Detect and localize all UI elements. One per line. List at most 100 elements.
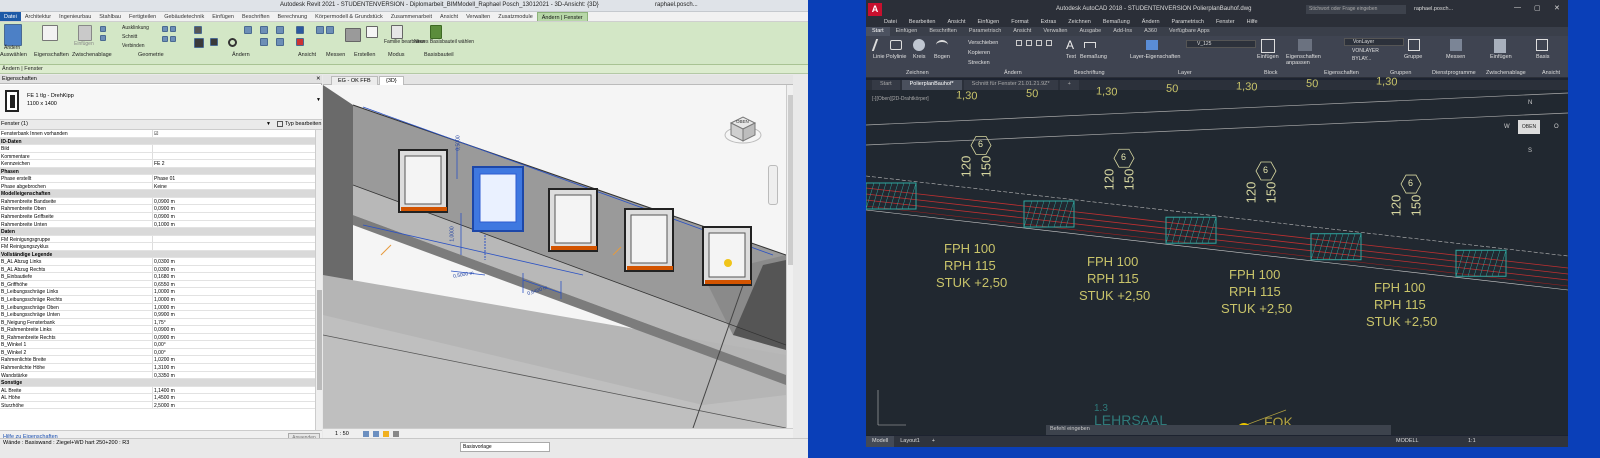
property-row[interactable]: Sturzhöhe 2,5000 m bbox=[0, 401, 315, 410]
property-value[interactable]: 0,1680 m bbox=[154, 274, 175, 280]
tool-dim[interactable]: Bemaßung bbox=[1080, 54, 1107, 60]
property-value[interactable]: ☑ bbox=[154, 131, 158, 137]
line-icon[interactable] bbox=[871, 39, 887, 51]
acad-group-beschriftung[interactable]: Beschriftung bbox=[1074, 70, 1105, 76]
tool-line[interactable]: Linie bbox=[873, 54, 885, 60]
tool-text[interactable]: Text bbox=[1066, 54, 1076, 60]
property-group-header[interactable]: Daten bbox=[0, 228, 315, 236]
mirror-icon[interactable] bbox=[260, 26, 268, 34]
close-window-icon[interactable]: ✕ bbox=[1554, 4, 1560, 12]
property-row[interactable]: B_Leibungsschräge Links 1,0000 m bbox=[0, 288, 315, 297]
instance-filter[interactable]: Fenster (1) ▼ Typ bearbeiten bbox=[0, 120, 322, 130]
property-value[interactable]: Keine bbox=[154, 184, 167, 190]
menu-hilfe[interactable]: Hilfe bbox=[1241, 18, 1264, 27]
add-layout-icon[interactable]: + bbox=[926, 436, 941, 447]
property-value[interactable]: 0,0900 m bbox=[154, 199, 175, 205]
minimize-icon[interactable]: — bbox=[1514, 4, 1521, 11]
property-value[interactable]: Phase 01 bbox=[154, 176, 175, 182]
property-row[interactable]: Kommentare bbox=[0, 152, 315, 161]
property-row[interactable]: FM Reinigungszyklus bbox=[0, 243, 315, 251]
view-tool-icon[interactable] bbox=[316, 26, 324, 34]
property-value[interactable]: 1,0000 m bbox=[154, 289, 175, 295]
color-dropdown[interactable]: VonLayer bbox=[1344, 38, 1404, 46]
property-row[interactable]: Wandstärke 0,3350 m bbox=[0, 371, 315, 380]
property-row[interactable]: B_AL Abzug Rechts 0,0300 m bbox=[0, 265, 315, 274]
cut-label[interactable]: Schnitt bbox=[122, 34, 137, 40]
layer-dropdown[interactable]: V_125 bbox=[1186, 40, 1256, 48]
property-group-header[interactable]: Phasen bbox=[0, 167, 315, 176]
menu-einfuegen[interactable]: Einfügen bbox=[972, 18, 1006, 27]
property-value[interactable]: 0,9900 m bbox=[154, 312, 175, 318]
property-row[interactable]: Rahmenbreite Griffseite 0,0900 m bbox=[0, 213, 315, 221]
family-edit-icon[interactable] bbox=[391, 25, 403, 39]
acad-group-aendern[interactable]: Ändern bbox=[1004, 70, 1022, 76]
command-line[interactable]: Befehl eingeben bbox=[1046, 425, 1391, 435]
tab-architektur[interactable]: Architektur bbox=[21, 12, 55, 21]
autocad-logo-icon[interactable]: A bbox=[868, 3, 882, 16]
menu-zeichnen[interactable]: Zeichnen bbox=[1062, 18, 1097, 27]
group-icon[interactable] bbox=[1408, 39, 1420, 51]
viewport-label[interactable]: [-][Oben][2D-Drahtkörper] bbox=[872, 96, 929, 102]
new-host-icon[interactable] bbox=[430, 25, 442, 39]
sun-path-icon[interactable] bbox=[383, 431, 389, 437]
dim-label-2[interactable]: 1,0000 bbox=[450, 226, 456, 241]
menu-ansicht[interactable]: Ansicht bbox=[941, 18, 971, 27]
property-group-header[interactable]: ID-Daten bbox=[0, 137, 315, 146]
compass-navigator[interactable]: N S W O OBEN bbox=[1496, 100, 1559, 160]
property-row[interactable]: Fensterbank Innen vorhanden ☑ bbox=[0, 130, 315, 138]
property-group-header[interactable]: Modelleigenschaften bbox=[0, 190, 315, 198]
cut-clip-icon[interactable] bbox=[100, 26, 106, 32]
property-row[interactable]: B_Leibungsschräge Rechts 1,0000 m bbox=[0, 296, 315, 304]
property-row[interactable]: B_Winkel 2 0,00° bbox=[0, 348, 315, 357]
edit-type-button[interactable]: Typ bearbeiten bbox=[285, 121, 321, 127]
property-value[interactable]: 0,00° bbox=[154, 350, 166, 356]
property-value[interactable]: 2,5000 m bbox=[154, 403, 175, 409]
offset-icon[interactable] bbox=[244, 26, 252, 34]
property-row[interactable]: Phase erstellt Phase 01 bbox=[0, 175, 315, 183]
base-view-icon[interactable] bbox=[1536, 39, 1548, 51]
acad-tab-beschriften[interactable]: Beschriften bbox=[923, 27, 963, 36]
circle-icon[interactable] bbox=[913, 39, 925, 51]
tab-berechnung[interactable]: Berechnung bbox=[274, 12, 312, 21]
properties-scrollbar[interactable] bbox=[315, 130, 322, 430]
file-tab-schnitt[interactable]: Schnitt für Fenster 21.01.21.9Z* bbox=[963, 80, 1058, 90]
acad-group-zwischenablage[interactable]: Zwischenablage bbox=[1486, 70, 1526, 76]
arc-icon[interactable] bbox=[936, 40, 948, 50]
property-row[interactable]: AL Breite 1,1400 m bbox=[0, 386, 315, 395]
property-row[interactable]: AL Höhe 1,4500 m bbox=[0, 394, 315, 402]
property-value[interactable]: 1,0000 m bbox=[154, 297, 175, 303]
tab-eg-ok-ffb[interactable]: EG - OK FFB bbox=[331, 76, 378, 85]
acad-group-dienstprogramme[interactable]: Dienstprogramme bbox=[1432, 70, 1476, 76]
dimension-icon[interactable] bbox=[1084, 42, 1096, 48]
property-row[interactable]: B_Neigung Fensterbank 1,75° bbox=[0, 318, 315, 327]
match-props-icon[interactable] bbox=[1298, 39, 1312, 51]
menu-datei[interactable]: Datei bbox=[878, 18, 903, 27]
modify-button[interactable] bbox=[4, 24, 22, 46]
viewcube[interactable]: OBEN bbox=[723, 113, 763, 147]
text-icon[interactable]: A bbox=[1066, 38, 1074, 52]
copy-clip-icon[interactable] bbox=[100, 35, 106, 41]
property-value[interactable]: 0,0900 m bbox=[154, 327, 175, 333]
tab-gebaeudetechnik[interactable]: Gebäudetechnik bbox=[160, 12, 208, 21]
file-tab-start[interactable]: Start bbox=[872, 80, 900, 90]
geometry-tool-3-icon[interactable] bbox=[162, 36, 168, 42]
tool-measure[interactable]: Messen bbox=[1446, 54, 1465, 60]
acad-group-gruppen[interactable]: Gruppen bbox=[1390, 70, 1411, 76]
autocad-search-input[interactable]: Stichwort oder Frage eingeben bbox=[1306, 5, 1406, 14]
group-auswaehlen[interactable]: Auswählen bbox=[0, 52, 27, 58]
property-group-header[interactable]: Sonstige bbox=[0, 379, 315, 387]
property-row[interactable]: B_Winkel 1 0,00° bbox=[0, 341, 315, 349]
tool-match-props[interactable]: Eigenschaften anpassen bbox=[1286, 54, 1336, 66]
property-value[interactable]: 1,1400 m bbox=[154, 388, 175, 394]
property-value[interactable]: 0,3350 m bbox=[154, 373, 175, 379]
properties-icon[interactable] bbox=[42, 25, 58, 41]
clipboard-icon[interactable] bbox=[1494, 39, 1506, 53]
pin-icon[interactable] bbox=[296, 26, 304, 34]
tab-stahlbau[interactable]: Stahlbau bbox=[95, 12, 125, 21]
acad-tab-ausgabe[interactable]: Ausgabe bbox=[1073, 27, 1107, 36]
property-row[interactable]: Rahmenlichte Höhe 1,3100 m bbox=[0, 363, 315, 372]
rotate-icon[interactable] bbox=[228, 38, 237, 47]
property-value[interactable]: 0,6550 m bbox=[154, 282, 175, 288]
mirror-icon[interactable] bbox=[1036, 40, 1042, 46]
property-row[interactable]: Phase abgebrochen Keine bbox=[0, 182, 315, 191]
